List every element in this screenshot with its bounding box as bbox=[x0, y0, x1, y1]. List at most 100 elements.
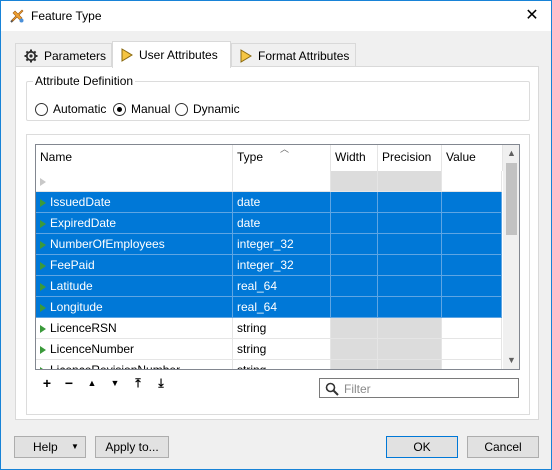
attribute-name-cell[interactable]: Latitude bbox=[36, 276, 233, 297]
scroll-down-icon[interactable]: ▼ bbox=[503, 352, 519, 369]
ok-button[interactable]: OK bbox=[386, 436, 458, 458]
attribute-type-cell[interactable]: date bbox=[233, 192, 331, 213]
row-marker-icon bbox=[40, 325, 46, 333]
table-row[interactable]: Latitude real_64 bbox=[36, 276, 502, 297]
attribute-type-cell[interactable]: string bbox=[233, 360, 331, 369]
attribute-precision-cell[interactable] bbox=[378, 297, 442, 318]
attribute-type-cell[interactable]: integer_32 bbox=[233, 234, 331, 255]
search-icon bbox=[325, 382, 339, 396]
table-row[interactable]: ExpiredDate date bbox=[36, 213, 502, 234]
attribute-precision-cell[interactable] bbox=[378, 255, 442, 276]
move-up-button[interactable]: ▲ bbox=[84, 375, 100, 391]
pointer-arrow-icon bbox=[240, 48, 252, 63]
column-header-width[interactable]: Width bbox=[331, 145, 378, 171]
tab-user-attributes[interactable]: User Attributes bbox=[112, 41, 231, 68]
column-header-name[interactable]: Name bbox=[36, 145, 233, 171]
attribute-type-cell[interactable]: real_64 bbox=[233, 297, 331, 318]
attribute-grid-frame: Name Type ︿ Width Precision Value Issued… bbox=[26, 134, 530, 415]
tab-parameters[interactable]: Parameters bbox=[15, 43, 112, 67]
radio-dynamic-label: Dynamic bbox=[193, 102, 240, 116]
help-dropdown-icon[interactable]: ▼ bbox=[71, 437, 79, 457]
table-row[interactable]: Longitude real_64 bbox=[36, 297, 502, 318]
attribute-type-cell[interactable]: integer_32 bbox=[233, 255, 331, 276]
attribute-value-cell[interactable] bbox=[442, 213, 502, 234]
attribute-width-cell[interactable] bbox=[331, 318, 378, 339]
attribute-definition-label: Attribute Definition bbox=[33, 74, 136, 88]
add-attribute-button[interactable]: + bbox=[39, 375, 55, 391]
table-row[interactable]: LicenceRevisionNumber string bbox=[36, 360, 502, 369]
table-row[interactable]: FeePaid integer_32 bbox=[36, 255, 502, 276]
attribute-width-cell[interactable] bbox=[331, 339, 378, 360]
attribute-value-cell[interactable] bbox=[442, 192, 502, 213]
help-button[interactable]: Help ▼ bbox=[14, 436, 86, 458]
column-header-precision[interactable]: Precision bbox=[378, 145, 442, 171]
new-row-name-cell[interactable] bbox=[36, 171, 233, 192]
new-row-type-cell[interactable] bbox=[233, 171, 331, 192]
attribute-precision-cell[interactable] bbox=[378, 213, 442, 234]
column-header-value[interactable]: Value bbox=[442, 145, 503, 171]
attribute-name-cell[interactable]: LicenceNumber bbox=[36, 339, 233, 360]
attribute-precision-cell[interactable] bbox=[378, 360, 442, 369]
cancel-button[interactable]: Cancel bbox=[467, 436, 539, 458]
attribute-value-cell[interactable] bbox=[442, 318, 502, 339]
move-down-button[interactable]: ▼ bbox=[107, 375, 123, 391]
attribute-precision-cell[interactable] bbox=[378, 318, 442, 339]
attribute-name-cell[interactable]: FeePaid bbox=[36, 255, 233, 276]
radio-automatic-label: Automatic bbox=[53, 102, 107, 116]
attribute-precision-cell[interactable] bbox=[378, 276, 442, 297]
scroll-up-icon[interactable]: ▲ bbox=[503, 145, 519, 162]
attribute-name-cell[interactable]: Longitude bbox=[36, 297, 233, 318]
radio-dynamic[interactable]: Dynamic bbox=[175, 102, 240, 116]
new-row-value-cell[interactable] bbox=[442, 171, 502, 192]
move-to-bottom-button[interactable]: ⤓ bbox=[153, 375, 169, 391]
attribute-type-cell[interactable]: string bbox=[233, 318, 331, 339]
tab-parameters-label: Parameters bbox=[44, 48, 107, 63]
attribute-width-cell[interactable] bbox=[331, 360, 378, 369]
attribute-name-cell[interactable]: IssuedDate bbox=[36, 192, 233, 213]
vertical-scrollbar[interactable]: ▲ ▼ bbox=[503, 145, 519, 369]
attribute-name-cell[interactable]: LicenceRevisionNumber bbox=[36, 360, 233, 369]
attribute-width-cell[interactable] bbox=[331, 297, 378, 318]
attribute-value-cell[interactable] bbox=[442, 234, 502, 255]
attribute-type-cell[interactable]: string bbox=[233, 339, 331, 360]
table-row[interactable]: LicenceRSN string bbox=[36, 318, 502, 339]
tab-format-attributes[interactable]: Format Attributes bbox=[231, 43, 356, 67]
attribute-value-cell[interactable] bbox=[442, 339, 502, 360]
attribute-width-cell[interactable] bbox=[331, 234, 378, 255]
attribute-precision-cell[interactable] bbox=[378, 192, 442, 213]
radio-manual-label: Manual bbox=[131, 102, 171, 116]
attribute-name-cell[interactable]: NumberOfEmployees bbox=[36, 234, 233, 255]
attribute-value-cell[interactable] bbox=[442, 255, 502, 276]
attribute-table: Name Type ︿ Width Precision Value Issued… bbox=[35, 144, 520, 370]
gear-icon bbox=[24, 49, 38, 62]
move-to-top-button[interactable]: ⤒ bbox=[130, 375, 146, 391]
attribute-value-cell[interactable] bbox=[442, 297, 502, 318]
remove-attribute-button[interactable]: − bbox=[61, 375, 77, 391]
attribute-type-cell[interactable]: real_64 bbox=[233, 276, 331, 297]
apply-to-button[interactable]: Apply to... bbox=[95, 436, 169, 458]
filter-box[interactable] bbox=[319, 378, 519, 398]
close-button[interactable]: ✕ bbox=[521, 5, 543, 27]
radio-automatic[interactable]: Automatic bbox=[35, 102, 106, 116]
attribute-precision-cell[interactable] bbox=[378, 234, 442, 255]
row-marker-icon bbox=[40, 346, 46, 354]
title-bar: Feature Type ✕ bbox=[1, 1, 551, 31]
attribute-value-cell[interactable] bbox=[442, 360, 502, 369]
table-row[interactable]: NumberOfEmployees integer_32 bbox=[36, 234, 502, 255]
attribute-width-cell[interactable] bbox=[331, 276, 378, 297]
attribute-width-cell[interactable] bbox=[331, 213, 378, 234]
attribute-precision-cell[interactable] bbox=[378, 339, 442, 360]
attribute-width-cell[interactable] bbox=[331, 255, 378, 276]
attribute-value-cell[interactable] bbox=[442, 276, 502, 297]
table-row[interactable]: LicenceNumber string bbox=[36, 339, 502, 360]
attribute-name-cell[interactable]: ExpiredDate bbox=[36, 213, 233, 234]
new-row-placeholder[interactable] bbox=[36, 171, 502, 192]
attribute-name-cell[interactable]: LicenceRSN bbox=[36, 318, 233, 339]
scroll-thumb[interactable] bbox=[506, 163, 517, 235]
radio-manual[interactable]: Manual bbox=[113, 102, 170, 116]
attribute-type-cell[interactable]: date bbox=[233, 213, 331, 234]
filter-input[interactable] bbox=[344, 381, 514, 396]
table-row[interactable]: IssuedDate date bbox=[36, 192, 502, 213]
sort-caret-icon: ︿ bbox=[280, 144, 290, 154]
attribute-width-cell[interactable] bbox=[331, 192, 378, 213]
